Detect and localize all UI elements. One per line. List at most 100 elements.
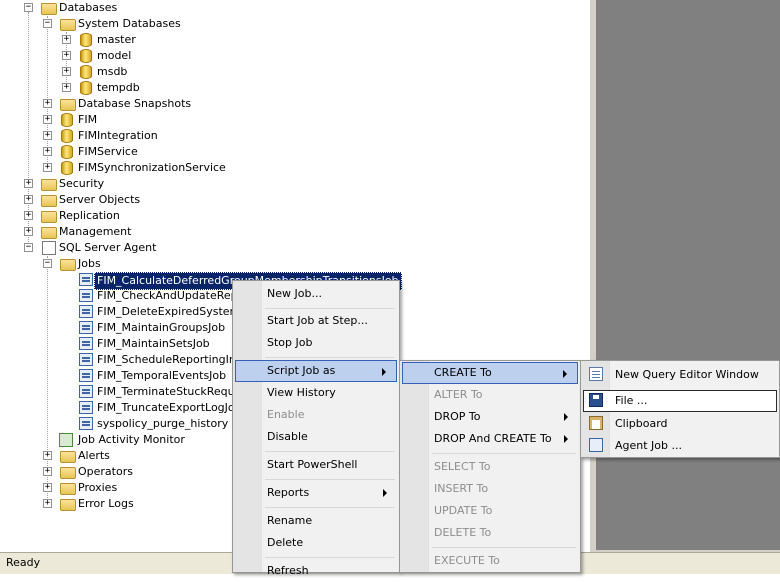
tree-node-label: Security	[59, 177, 105, 190]
menu-item-alter-to: ALTER To	[434, 388, 483, 401]
menu-separator	[432, 453, 576, 454]
job-icon	[79, 417, 93, 430]
collapse-toggle[interactable]: −	[43, 19, 52, 28]
job-item-label: syspolicy_purge_history	[97, 417, 229, 430]
expand-toggle[interactable]: +	[43, 115, 52, 124]
tree-node-label: FIM	[78, 113, 98, 126]
expand-toggle[interactable]: +	[43, 451, 52, 460]
database-icon	[61, 113, 73, 127]
job-icon	[79, 401, 93, 414]
job-item-label: FIM_DeleteExpiredSystemO	[97, 305, 249, 318]
folder-icon	[41, 227, 57, 239]
expand-toggle[interactable]: +	[43, 499, 52, 508]
job-context-menu: New Job... Start Job at Step... Stop Job…	[232, 280, 400, 577]
job-icon	[79, 321, 93, 334]
job-item-label: FIM_TemporalEventsJob	[97, 369, 227, 382]
menu-item-drop-and-create-to[interactable]: DROP And CREATE To	[402, 428, 578, 450]
expand-toggle[interactable]: +	[43, 467, 52, 476]
expand-toggle[interactable]: +	[24, 195, 33, 204]
menu-item-label: Script Job as	[267, 364, 336, 377]
menu-item-label: File ...	[615, 394, 648, 407]
database-icon	[80, 81, 92, 95]
menu-item-view-history[interactable]: View History	[235, 382, 397, 404]
menu-item-insert-to: INSERT To	[434, 482, 489, 495]
tree-node-label: Databases	[59, 1, 118, 14]
tree-node-label: Database Snapshots	[78, 97, 192, 110]
job-icon	[79, 289, 93, 302]
database-icon	[80, 65, 92, 79]
menu-item-delete[interactable]: Delete	[235, 532, 397, 554]
menu-item-script-job-as[interactable]: Script Job as	[235, 360, 397, 382]
folder-icon	[41, 179, 57, 191]
job-icon	[79, 369, 93, 382]
expand-toggle[interactable]: +	[43, 131, 52, 140]
submenu-arrow-icon	[563, 370, 567, 378]
menu-separator	[265, 507, 395, 508]
menu-item-stop-job[interactable]: Stop Job	[235, 332, 397, 354]
expand-toggle[interactable]: +	[43, 483, 52, 492]
tree-node-label: Alerts	[78, 449, 110, 462]
tree-node-label: Management	[59, 225, 132, 238]
submenu-arrow-icon	[564, 413, 568, 421]
expand-toggle[interactable]: +	[24, 211, 33, 220]
menu-item-start-powershell[interactable]: Start PowerShell	[235, 454, 397, 476]
monitor-icon	[59, 433, 73, 447]
menu-item-file[interactable]: File ...	[583, 390, 777, 412]
folder-icon	[60, 451, 76, 463]
menu-separator	[432, 547, 576, 548]
job-item-label: FIM_TruncateExportLogJob	[97, 401, 242, 414]
menu-item-disable[interactable]: Disable	[235, 426, 397, 448]
expand-toggle[interactable]: +	[43, 99, 52, 108]
menu-item-label: CREATE To	[434, 366, 492, 379]
clipboard-icon	[589, 416, 603, 430]
menu-item-create-to[interactable]: CREATE To	[402, 362, 578, 384]
tree-node-label: FIMIntegration	[78, 129, 158, 142]
tree-node-label: Job Activity Monitor	[78, 433, 185, 446]
tree-node-label: Server Objects	[59, 193, 141, 206]
menu-item-agent-job[interactable]: Agent Job ...	[583, 435, 777, 457]
menu-item-drop-to[interactable]: DROP To	[402, 406, 578, 428]
menu-item-rename[interactable]: Rename	[235, 510, 397, 532]
job-item-label: FIM_TerminateStuckReques	[97, 385, 248, 398]
menu-item-refresh[interactable]: Refresh	[235, 560, 397, 582]
folder-icon	[60, 99, 76, 111]
folder-icon	[41, 3, 57, 15]
tree-node-label: SQL Server Agent	[59, 241, 157, 254]
expand-toggle[interactable]: +	[62, 67, 71, 76]
expand-toggle[interactable]: +	[62, 35, 71, 44]
document-area	[590, 0, 780, 552]
expand-toggle[interactable]: +	[24, 179, 33, 188]
collapse-toggle[interactable]: −	[24, 3, 33, 12]
folder-icon	[60, 19, 76, 31]
menu-item-reports[interactable]: Reports	[235, 482, 397, 504]
create-to-submenu: New Query Editor Window File ... Clipboa…	[580, 360, 780, 458]
menu-item-clipboard[interactable]: Clipboard	[583, 413, 777, 435]
job-icon	[79, 305, 93, 318]
collapse-toggle[interactable]: −	[24, 243, 33, 252]
expand-toggle[interactable]: +	[62, 83, 71, 92]
menu-item-start-job-at-step[interactable]: Start Job at Step...	[235, 310, 397, 332]
menu-item-label: New Query Editor Window	[615, 368, 759, 381]
expand-toggle[interactable]: +	[62, 51, 71, 60]
menu-item-new-job[interactable]: New Job...	[235, 283, 397, 305]
database-icon	[80, 49, 92, 63]
tree-node-label: FIMSynchronizationService	[78, 161, 226, 174]
menu-item-new-query-editor-window[interactable]: New Query Editor Window	[583, 364, 777, 386]
menu-item-label: DROP And CREATE To	[434, 432, 552, 445]
tree-node-label: Jobs	[78, 257, 101, 270]
database-icon	[61, 145, 73, 159]
menu-item-label: Agent Job ...	[615, 439, 682, 452]
job-icon	[79, 353, 93, 366]
collapse-toggle[interactable]: −	[43, 259, 52, 268]
folder-icon	[60, 483, 76, 495]
tree-node-label: model	[97, 49, 132, 62]
menu-separator	[265, 308, 395, 309]
expand-toggle[interactable]: +	[43, 147, 52, 156]
job-icon	[79, 273, 93, 286]
expand-toggle[interactable]: +	[43, 163, 52, 172]
expand-toggle[interactable]: +	[24, 227, 33, 236]
script-job-as-submenu: CREATE To ALTER To DROP To DROP And CREA…	[399, 360, 581, 573]
tree-node-label: msdb	[97, 65, 128, 78]
tree-node-label: master	[97, 33, 136, 46]
agent-icon	[42, 241, 56, 255]
